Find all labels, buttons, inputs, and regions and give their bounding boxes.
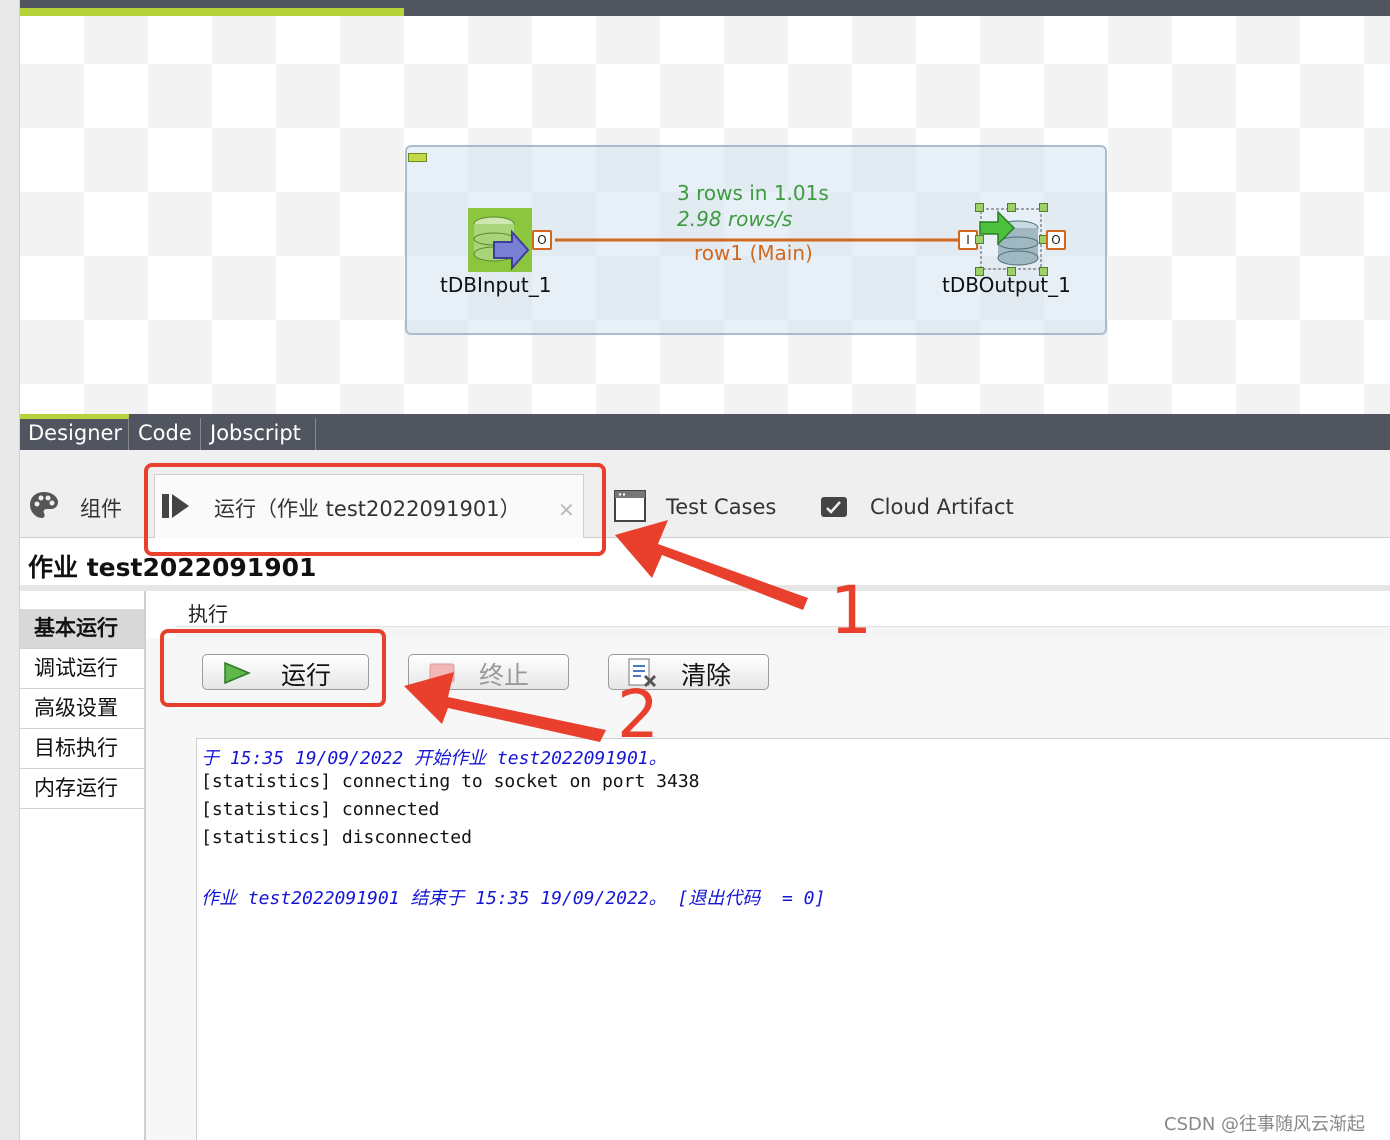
- annotation-number-1: 1: [830, 572, 872, 649]
- annotation-number-2: 2: [617, 676, 659, 753]
- watermark: CSDN @往事随风云渐起: [1164, 1114, 1366, 1135]
- annotation-arrows: [404, 520, 808, 742]
